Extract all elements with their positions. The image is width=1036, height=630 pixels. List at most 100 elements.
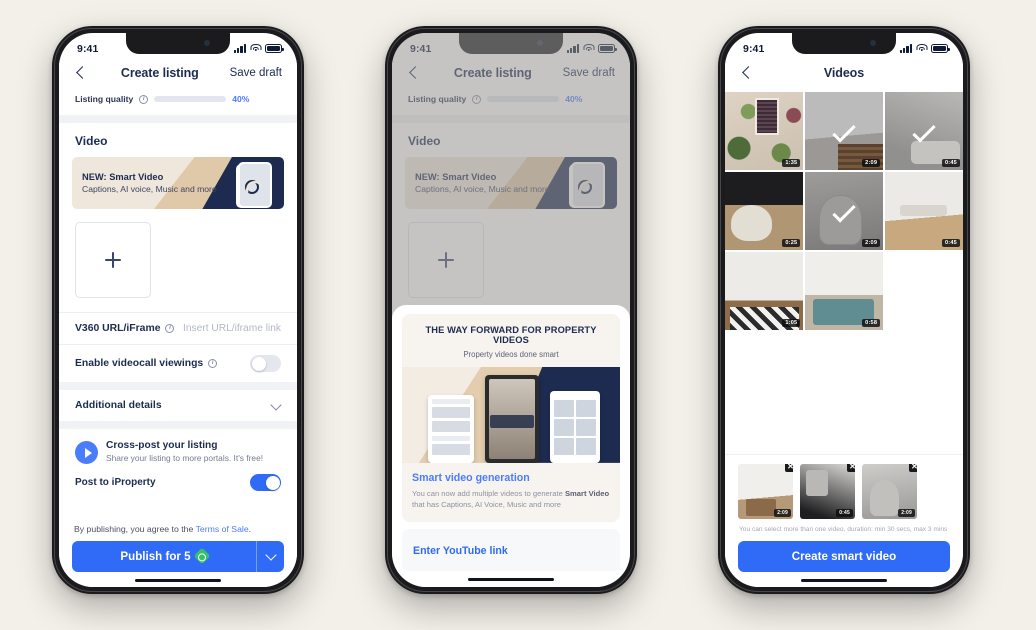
crosspost-subtitle: Share your listing to more portals. It's…	[106, 453, 264, 463]
youtube-link-row[interactable]: Enter YouTube link	[402, 528, 620, 571]
plus-icon	[105, 252, 121, 268]
chevron-left-icon[interactable]	[740, 65, 756, 81]
section-divider	[59, 115, 297, 123]
promo-card[interactable]: THE WAY FORWARD FOR PROPERTY VIDEOS Prop…	[402, 313, 620, 522]
video-tile[interactable]: 2:09	[804, 171, 884, 251]
chevron-down-icon	[271, 401, 281, 411]
status-indicators	[899, 44, 950, 53]
video-tile[interactable]: 1:35	[725, 92, 804, 171]
additional-details-label: Additional details	[75, 400, 162, 411]
phone1-screen: 9:41 Create listing Save draft Listing q…	[59, 33, 297, 587]
phone-mockup-1: 9:41 Create listing Save draft Listing q…	[52, 26, 304, 594]
notch	[792, 33, 896, 54]
info-icon[interactable]: i	[208, 359, 218, 368]
video-tile[interactable]: 2:09	[804, 92, 884, 171]
thumbnail-duration: 2:09	[774, 508, 791, 517]
selected-thumbnails: ✕ 2:09 ✕ 0:45 ✕ 2:09	[738, 463, 950, 519]
video-duration: 1:05	[782, 319, 801, 328]
video-duration: 2:09	[862, 159, 881, 168]
terms-of-sale-link[interactable]: Terms of Sale	[196, 524, 249, 534]
thumbnail-duration: 2:09	[898, 508, 915, 517]
illustration-phone-center	[484, 374, 539, 463]
share-icon	[75, 441, 98, 464]
phone1-footer: By publishing, you agree to the Terms of…	[59, 514, 297, 587]
selected-thumbnail[interactable]: ✕ 2:09	[738, 463, 793, 519]
videocall-toggle[interactable]	[250, 355, 281, 372]
terms-text: By publishing, you agree to the Terms of…	[72, 521, 284, 541]
selected-thumbnail[interactable]: ✕ 0:45	[800, 463, 855, 519]
listing-quality-label: Listing quality	[75, 94, 134, 104]
phone3-screen: 9:41 Videos 1:35 2:09 0:45 0:25 2:09 0:45 1:05…	[725, 33, 963, 587]
publish-dropdown-button[interactable]	[256, 540, 284, 572]
body-text-2: that has Captions, AI Voice, Music and m…	[412, 500, 562, 510]
terms-prefix: By publishing, you agree to the	[74, 523, 196, 534]
promo-subtext: Captions, AI voice, Music and more	[82, 184, 217, 194]
battery-icon	[931, 44, 950, 53]
notch	[126, 33, 230, 54]
body-text-1: You can now add multiple videos to gener…	[412, 488, 565, 498]
create-smart-video-button[interactable]: Create smart video	[738, 540, 950, 572]
close-icon[interactable]: ✕	[847, 463, 855, 472]
video-duration: 0:58	[862, 319, 881, 328]
info-icon[interactable]: i	[139, 94, 149, 104]
v360-input[interactable]: Insert URL/iframe link	[183, 323, 281, 334]
section-divider	[59, 382, 297, 390]
status-time: 9:41	[743, 42, 765, 55]
promo-illustration	[402, 366, 620, 463]
body-highlight: Smart Video	[564, 488, 610, 498]
promo-body-title: Smart video generation	[412, 471, 530, 484]
terms-suffix: .	[248, 523, 252, 534]
publish-main[interactable]: Publish for 5	[72, 541, 256, 572]
save-draft-button[interactable]: Save draft	[230, 67, 282, 79]
selected-videos-tray: ✕ 2:09 ✕ 0:45 ✕ 2:09 You can select more than…	[725, 453, 963, 587]
promo-card-body: Smart video generation You can now add m…	[402, 463, 620, 522]
close-icon[interactable]: ✕	[785, 463, 793, 472]
promo-card-header: THE WAY FORWARD FOR PROPERTY VIDEOS Prop…	[402, 314, 620, 363]
portal-row: Post to iProperty	[59, 471, 297, 491]
cellular-signal-icon	[233, 44, 246, 53]
home-indicator	[468, 577, 554, 581]
status-indicators	[233, 44, 284, 53]
wifi-icon	[916, 44, 927, 53]
info-icon[interactable]: i	[165, 324, 175, 333]
add-video-button[interactable]	[75, 222, 151, 298]
publish-label: Publish for 5	[120, 549, 191, 563]
phone3-navbar: Videos	[725, 60, 963, 92]
video-tile[interactable]: 1:05	[725, 251, 804, 331]
section-divider	[59, 421, 297, 429]
crosspost-text: Cross-post your listing Share your listi…	[106, 440, 263, 463]
promo-card-subtitle: Property videos done smart	[463, 349, 559, 359]
v360-label: V360 URL/iFrame	[75, 323, 161, 334]
portal-label: Post to iProperty	[75, 477, 156, 488]
portal-toggle[interactable]	[250, 474, 281, 491]
promo-text: NEW: Smart Video Captions, AI voice, Mus…	[72, 172, 217, 194]
video-duration: 2:09	[862, 239, 881, 248]
lens-shape	[245, 179, 259, 194]
selected-thumbnail[interactable]: ✕ 2:09	[862, 463, 917, 519]
phone1-navbar: Create listing Save draft	[59, 60, 297, 92]
home-indicator	[135, 578, 221, 582]
video-tile[interactable]: 0:25	[725, 171, 804, 251]
video-duration: 0:45	[942, 159, 960, 168]
video-duration: 0:25	[782, 239, 801, 248]
videocall-label-group: Enable videocall viewings i	[75, 358, 218, 369]
additional-details-row[interactable]: Additional details	[59, 390, 297, 421]
chevron-left-icon[interactable]	[74, 65, 90, 81]
v360-row[interactable]: V360 URL/iFrame i Insert URL/iframe link	[59, 313, 297, 344]
video-tile[interactable]: 0:58	[804, 251, 884, 331]
close-icon[interactable]: ✕	[909, 463, 917, 472]
phone-mockup-3: 9:41 Videos 1:35 2:09 0:45 0:25 2:09 0:45 1:05…	[718, 26, 970, 594]
wifi-icon	[250, 44, 261, 53]
video-section-title: Video	[59, 123, 297, 157]
illustration-phone-left	[428, 394, 475, 463]
video-duration: 0:45	[942, 239, 960, 248]
publish-button[interactable]: Publish for 5	[72, 540, 284, 572]
quality-percent: 40%	[232, 94, 250, 104]
crosspost-title: Cross-post your listing	[106, 440, 218, 451]
video-tile[interactable]: 0:45	[884, 171, 963, 251]
add-video-area	[59, 209, 297, 312]
video-tile[interactable]: 0:45	[884, 92, 963, 171]
smart-video-bottom-sheet: THE WAY FORWARD FOR PROPERTY VIDEOS Prop…	[392, 304, 630, 587]
smart-video-promo-banner[interactable]: NEW: Smart Video Captions, AI voice, Mus…	[72, 157, 284, 209]
enter-youtube-link[interactable]: Enter YouTube link	[413, 545, 508, 557]
